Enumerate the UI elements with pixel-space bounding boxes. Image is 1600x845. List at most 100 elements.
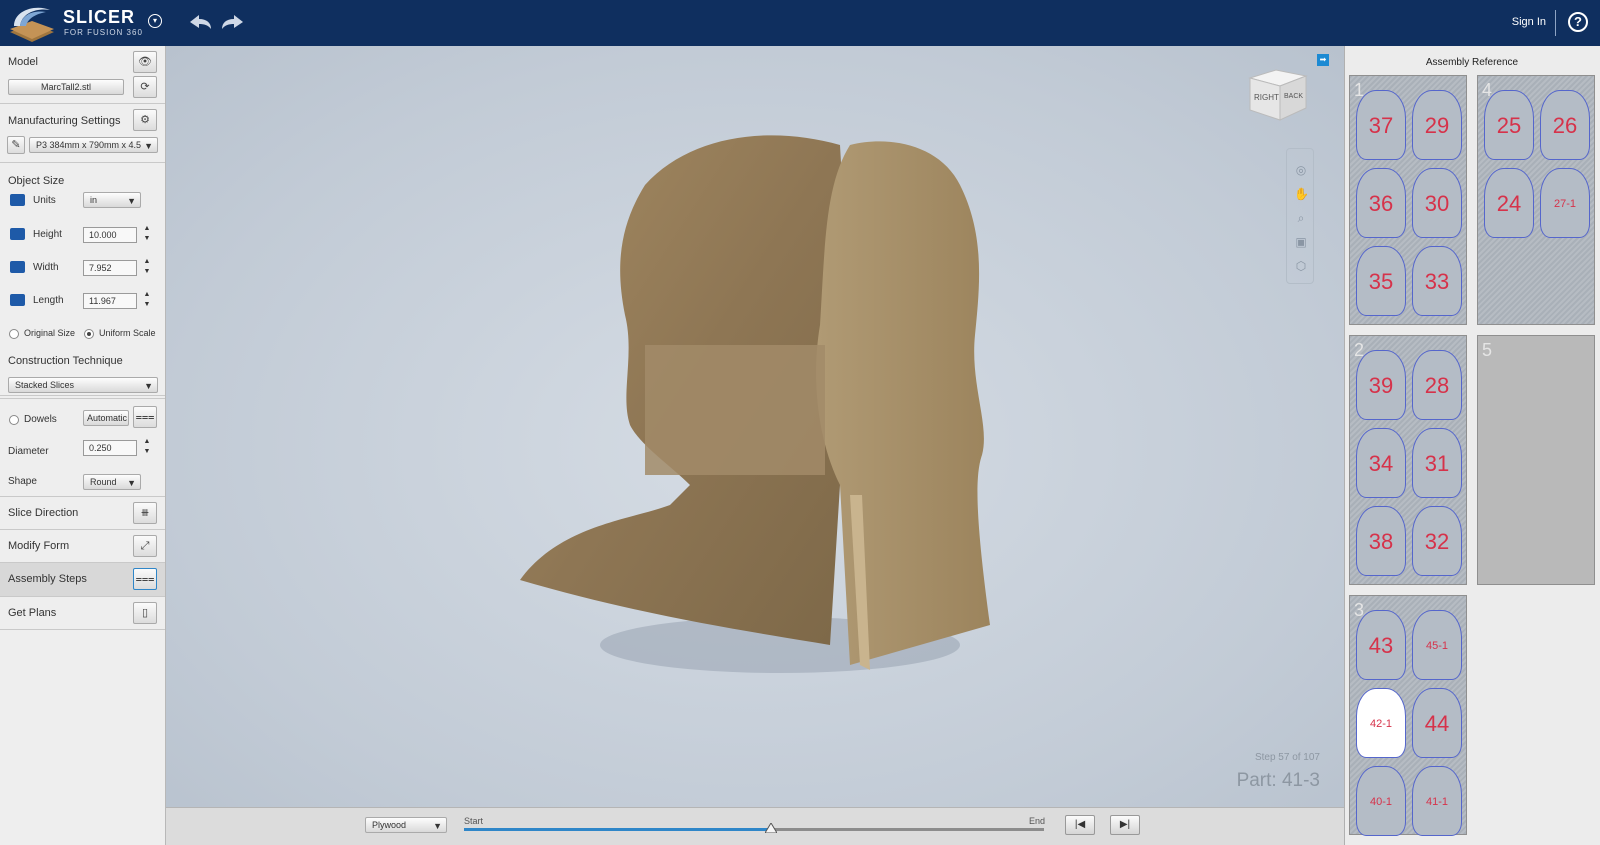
assembly-steps-section[interactable]: Assembly Steps ⩶ [0,563,165,597]
uniform-scale-radio[interactable] [84,329,94,339]
slice-piece: 32 [1412,506,1462,576]
slicer-logo [10,7,54,42]
assembly-sheet-3[interactable]: 3 43 45-1 42-1 44 40-1 41-1 [1349,595,1467,836]
step-timeline-slider[interactable] [464,823,1044,833]
dowels-radio[interactable] [9,415,19,425]
height-input[interactable]: 10.000 [83,227,137,243]
chevron-down-icon[interactable]: ▾ [148,14,162,28]
previous-step-button[interactable]: |◀ [1065,815,1095,835]
technique-title: Construction Technique [8,355,123,367]
assembly-steps-label: Assembly Steps [8,573,87,585]
machine-preset-dropdown[interactable]: P3 384mm x 790mm x 4.5 ▼ [29,137,158,153]
pan-hand-icon[interactable]: ✋ [1294,187,1309,201]
sliced-head-model [520,135,990,673]
undo-icon[interactable] [187,10,213,34]
assembly-sheet-2[interactable]: 2 39 28 34 31 38 32 [1349,335,1467,585]
slice-piece: 37 [1356,90,1406,160]
height-stepper[interactable]: ▲ ▼ [141,224,153,246]
brand-subtitle: FOR FUSION 360 [64,28,143,37]
chevron-down-icon: ▼ [144,141,153,151]
eye-icon[interactable]: 👁 [133,51,157,73]
slice-piece: 45-1 [1412,610,1462,680]
slice-piece: 25 [1484,90,1534,160]
bottom-toolbar [166,807,1344,845]
diameter-stepper[interactable]: ▲ ▼ [141,437,153,459]
part-label: Part: 41-3 [1236,770,1320,791]
assembly-steps-icon[interactable]: ⩶ [133,568,157,590]
gear-icon[interactable]: ⚙ [133,109,157,131]
redo-icon[interactable] [220,10,246,34]
length-label: Length [33,295,64,306]
timeline-start-label: Start [464,816,484,826]
home-view-icon[interactable]: ⬡ [1294,259,1308,273]
slice-piece: 43 [1356,610,1406,680]
chevron-down-icon: ▼ [127,478,136,488]
modify-form-icon[interactable]: ⤢ [133,535,157,557]
slice-direction-section[interactable]: Slice Direction ⧻ [0,497,165,530]
slice-piece: 40-1 [1356,766,1406,836]
timeline-progress [464,828,772,831]
fit-view-icon[interactable]: ▣ [1294,235,1308,249]
object-size-title: Object Size [8,175,65,187]
help-icon[interactable]: ? [1568,12,1588,32]
length-stepper[interactable]: ▲ ▼ [141,290,153,312]
slice-piece: 44 [1412,688,1462,758]
slice-piece: 35 [1356,246,1406,316]
slice-direction-icon[interactable]: ⧻ [133,502,157,524]
width-input[interactable]: 7.952 [83,260,137,276]
dowels-section: Dowels Automatic ⩶ Diameter 0.250 ▲ ▼ Sha… [0,399,165,497]
model-section: Model 👁 MarcTall2.stl ⟳ [0,46,165,104]
cube-back-label: BACK [1284,93,1303,100]
width-label: Width [33,262,59,273]
slice-direction-label: Slice Direction [8,507,79,519]
shape-dropdown[interactable]: Round ▼ [83,474,141,490]
document-icon[interactable]: ▯ [133,602,157,624]
get-plans-section[interactable]: Get Plans ▯ [0,597,165,630]
get-plans-label: Get Plans [8,607,57,619]
diameter-input[interactable]: 0.250 [83,440,137,456]
slice-piece: 33 [1412,246,1462,316]
technique-dropdown[interactable]: Stacked Slices ▼ [8,377,158,393]
assembly-sheet-1[interactable]: 1 37 29 36 30 35 33 [1349,75,1467,325]
width-stepper[interactable]: ▲ ▼ [141,257,153,279]
step-counter: Step 57 of 107 [1254,752,1320,763]
cube-right-label: RIGHT [1254,93,1279,102]
assembly-reference-title: Assembly Reference [1425,57,1519,68]
chevron-down-icon: ▼ [144,381,153,391]
dowels-label: Dowels [24,414,57,425]
view-cube[interactable]: RIGHT BACK [1246,66,1310,122]
material-value: Plywood [372,820,407,830]
modify-form-section[interactable]: Modify Form ⤢ [0,530,165,563]
material-dropdown[interactable]: Plywood ▼ [365,817,447,833]
timeline-thumb[interactable] [765,823,778,833]
length-input[interactable]: 11.967 [83,293,137,309]
assembly-sheet-5[interactable]: 5 [1477,335,1595,585]
assembly-sheet-4[interactable]: 4 25 26 24 27-1 [1477,75,1595,325]
chevron-down-icon: ▼ [433,821,442,831]
model-file-button[interactable]: MarcTall2.stl [8,79,124,95]
dowel-align-icon[interactable]: ⩶ [133,406,157,428]
units-value: in [90,195,98,205]
model-title: Model [8,56,38,68]
slice-piece: 39 [1356,350,1406,420]
refresh-icon[interactable]: ⟳ [133,76,157,98]
sign-in-link[interactable]: Sign In [1512,16,1546,28]
next-step-button[interactable]: ▶| [1110,815,1140,835]
collapse-panel-icon[interactable]: ➡ [1317,54,1329,66]
height-icon [10,228,25,240]
slice-piece: 26 [1540,90,1590,160]
zoom-icon[interactable]: ⌕ [1294,211,1308,225]
original-size-label: Original Size [24,328,76,338]
original-size-radio[interactable] [9,329,19,339]
dowels-mode-button[interactable]: Automatic [83,410,129,426]
length-icon [10,294,25,306]
pencil-icon[interactable]: ✎ [7,136,25,154]
units-icon [10,194,25,206]
orbit-icon[interactable]: ◎ [1294,163,1308,177]
slice-piece: 36 [1356,168,1406,238]
technique-section: Construction Technique Stacked Slices ▼ [0,343,165,399]
modify-form-label: Modify Form [8,540,70,552]
machine-preset-value: P3 384mm x 790mm x 4.5 [36,140,142,150]
shape-label: Shape [8,476,37,487]
units-dropdown[interactable]: in ▼ [83,192,141,208]
